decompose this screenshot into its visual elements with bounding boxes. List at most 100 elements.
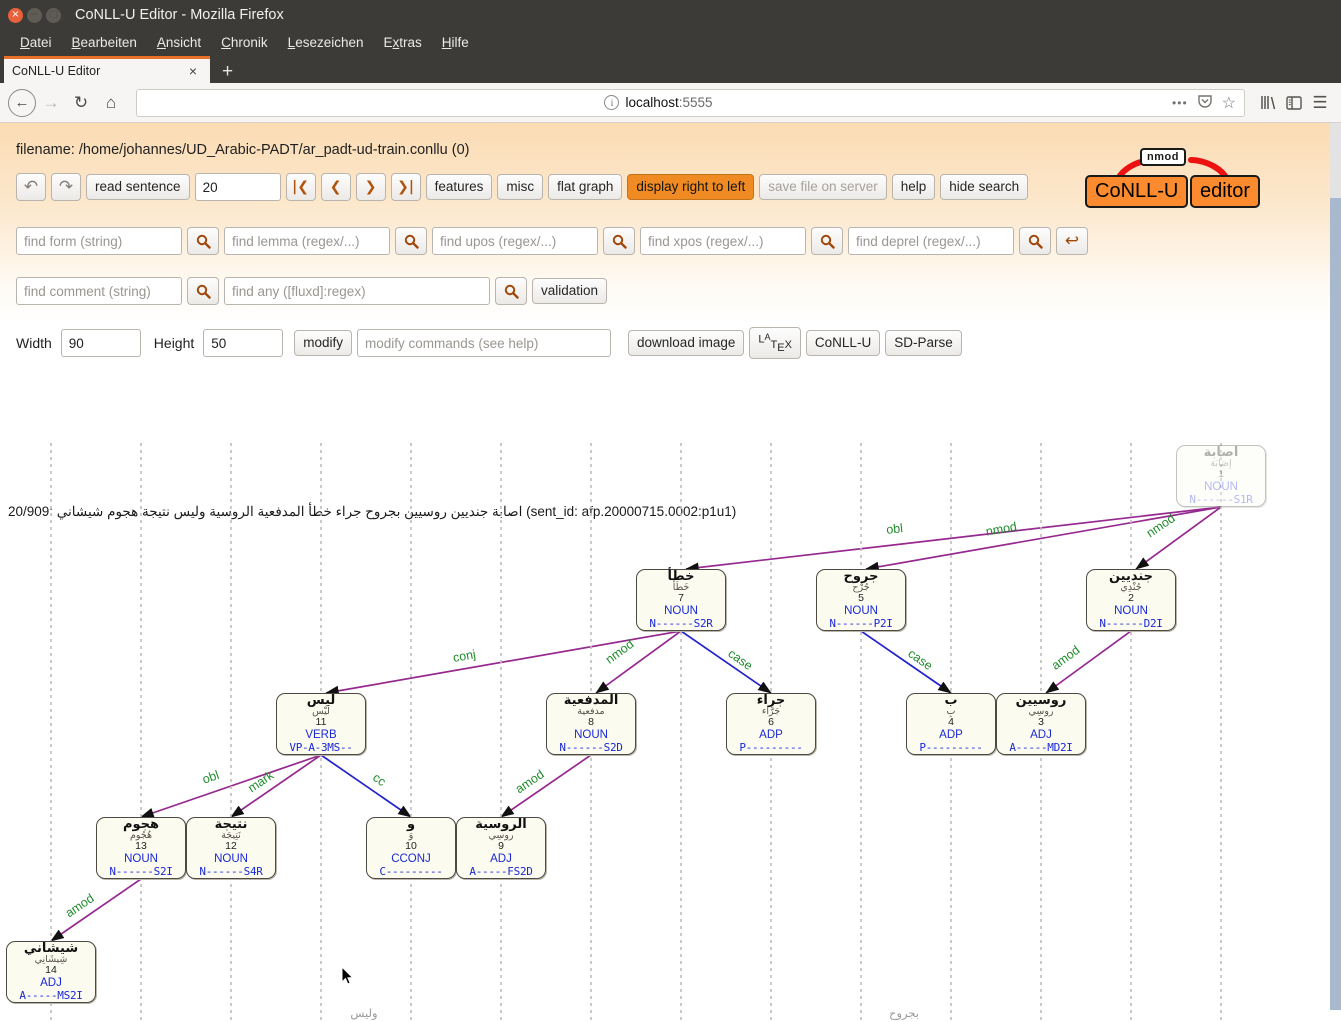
replace-button[interactable]: ↩ [1056, 227, 1088, 255]
search-form-button[interactable] [187, 227, 219, 255]
node-xpos[interactable]: N------S2R [649, 617, 713, 631]
tree-node-10[interactable]: و وَ 10 CCONJ C--------- [366, 817, 456, 879]
tree-node-11[interactable]: ليس لَيْس 11 VERB VP-A-3MS-- [276, 693, 366, 755]
menu-datei[interactable]: DDateiatei [10, 33, 62, 52]
tree-node-2[interactable]: جنديين جُنْدِي 2 NOUN N------D2I [1086, 569, 1176, 631]
height-input[interactable] [203, 329, 284, 358]
menu-ansicht[interactable]: Ansicht [147, 33, 211, 52]
redo-button[interactable]: ↷ [51, 173, 81, 201]
node-xpos[interactable]: P--------- [919, 741, 983, 755]
flat-graph-button[interactable]: flat graph [548, 174, 623, 200]
reload-icon[interactable]: ↻ [66, 88, 96, 118]
node-upos[interactable]: ADJ [1030, 729, 1052, 742]
window-maximize-button[interactable]: □ [46, 7, 61, 23]
node-xpos[interactable]: N------P2I [829, 617, 893, 631]
search-any-button[interactable] [495, 277, 527, 305]
node-upos[interactable]: NOUN [214, 853, 248, 866]
last-sentence-button[interactable]: ❯| [390, 173, 421, 201]
node-upos[interactable]: NOUN [664, 605, 698, 618]
misc-button[interactable]: misc [497, 174, 544, 200]
home-icon[interactable]: ⌂ [96, 88, 126, 118]
node-upos[interactable]: NOUN [124, 853, 158, 866]
node-xpos[interactable]: N------S2I [109, 865, 173, 879]
tree-node-3[interactable]: روسيين روسِي 3 ADJ A-----MD2I [996, 693, 1086, 755]
tree-node-4[interactable]: ب بِ 4 ADP P--------- [906, 693, 996, 755]
find-lemma-input[interactable] [224, 227, 390, 255]
previous-sentence-button[interactable]: ❮ [320, 173, 351, 201]
node-xpos[interactable]: VP-A-3MS-- [289, 741, 353, 755]
new-tab-button[interactable]: + [210, 62, 245, 81]
node-xpos[interactable]: A-----MD2I [1009, 741, 1073, 755]
node-upos[interactable]: NOUN [844, 605, 878, 618]
tree-node-8[interactable]: المدفعية مدفعية 8 NOUN N------S2D [546, 693, 636, 755]
menu-bearbeiten[interactable]: Bearbeiten [62, 33, 147, 52]
page-actions-icon[interactable]: ••• [1172, 96, 1188, 110]
find-form-input[interactable] [16, 227, 182, 255]
first-sentence-button[interactable]: |❮ [285, 173, 316, 201]
node-xpos[interactable]: A-----MS2I [19, 989, 83, 1003]
pocket-icon[interactable] [1197, 93, 1213, 112]
tree-node-14[interactable]: شيشاني شِيشَانِي 14 ADJ A-----MS2I [6, 941, 96, 1003]
node-xpos[interactable]: N------S2D [559, 741, 623, 755]
sidebar-icon[interactable] [1281, 90, 1307, 116]
sentence-number-input[interactable] [194, 173, 281, 201]
features-button[interactable]: features [425, 174, 493, 200]
node-upos[interactable]: CCONJ [391, 853, 431, 866]
dependency-label[interactable]: case [725, 646, 755, 673]
node-xpos[interactable]: N------S1R [1189, 493, 1253, 507]
url-bar[interactable]: i localhost:5555 ••• ☆ [136, 88, 1245, 117]
node-xpos[interactable]: N------S4R [199, 865, 263, 879]
find-any-input[interactable] [224, 277, 490, 305]
node-xpos[interactable]: A-----FS2D [469, 865, 533, 879]
bookmark-star-icon[interactable]: ☆ [1222, 93, 1236, 113]
tab-conllu-editor[interactable]: CoNLL-U Editor × [4, 56, 210, 83]
scrollbar-thumb[interactable] [1330, 198, 1341, 1010]
tree-node-12[interactable]: نتيجة نَتِيجَة 12 NOUN N------S4R [186, 817, 276, 879]
tree-node-13[interactable]: هجوم هُجُوم 13 NOUN N------S2I [96, 817, 186, 879]
menu-chronik[interactable]: Chronik [211, 33, 278, 52]
dependency-label[interactable]: conj [452, 647, 477, 665]
search-lemma-button[interactable] [395, 227, 427, 255]
menu-lesezeichen[interactable]: Lesezeichen [278, 33, 374, 52]
site-info-icon[interactable]: i [604, 95, 620, 110]
dependency-label[interactable]: obl [886, 521, 904, 537]
tree-node-5[interactable]: جروح جُرْح 5 NOUN N------P2I [816, 569, 906, 631]
multiword-token-1[interactable]: وليس [284, 1006, 444, 1022]
dependency-label[interactable]: case [905, 646, 935, 673]
close-icon[interactable]: × [184, 64, 202, 78]
node-upos[interactable]: NOUN [1114, 605, 1148, 618]
find-xpos-input[interactable] [640, 227, 806, 255]
node-upos[interactable]: ADP [939, 729, 963, 742]
search-comment-button[interactable] [187, 277, 219, 305]
display-right-to-left-button[interactable]: display right to left [627, 174, 755, 200]
tree-node-6[interactable]: جراء جَرَّاء 6 ADP P--------- [726, 693, 816, 755]
width-input[interactable] [60, 329, 141, 358]
dependency-label[interactable]: amod [1049, 643, 1083, 673]
find-comment-input[interactable] [16, 277, 182, 305]
validation-button[interactable]: validation [532, 278, 608, 304]
node-upos[interactable]: ADP [759, 729, 783, 742]
node-xpos[interactable]: C--------- [379, 865, 443, 879]
dependency-label[interactable]: amod [513, 767, 547, 796]
scrollbar-track[interactable] [1330, 123, 1341, 198]
node-xpos[interactable]: P--------- [739, 741, 803, 755]
latex-button[interactable]: LATEX [749, 327, 801, 360]
node-upos[interactable]: ADJ [490, 853, 512, 866]
conllu-export-button[interactable]: CoNLL-U [805, 330, 881, 356]
read-sentence-button[interactable]: read sentence [86, 174, 190, 200]
search-deprel-button[interactable] [1019, 227, 1051, 255]
tree-node-1[interactable]: اصابة إصَابَة 1 NOUN N------S1R [1176, 445, 1266, 507]
library-icon[interactable] [1255, 90, 1281, 116]
menu-extras[interactable]: Extras [374, 33, 432, 52]
hamburger-menu-icon[interactable]: ☰ [1307, 90, 1333, 116]
window-close-button[interactable]: × [8, 7, 23, 23]
page-scrollbar[interactable] [1330, 123, 1341, 1022]
modify-commands-input[interactable] [357, 329, 612, 358]
search-xpos-button[interactable] [811, 227, 843, 255]
node-xpos[interactable]: N------D2I [1099, 617, 1163, 631]
node-upos[interactable]: NOUN [1204, 481, 1238, 494]
modify-button[interactable]: modify [294, 330, 353, 356]
dependency-label[interactable]: nmod [985, 519, 1018, 538]
next-sentence-button[interactable]: ❯ [355, 173, 386, 201]
node-upos[interactable]: ADJ [40, 977, 62, 990]
